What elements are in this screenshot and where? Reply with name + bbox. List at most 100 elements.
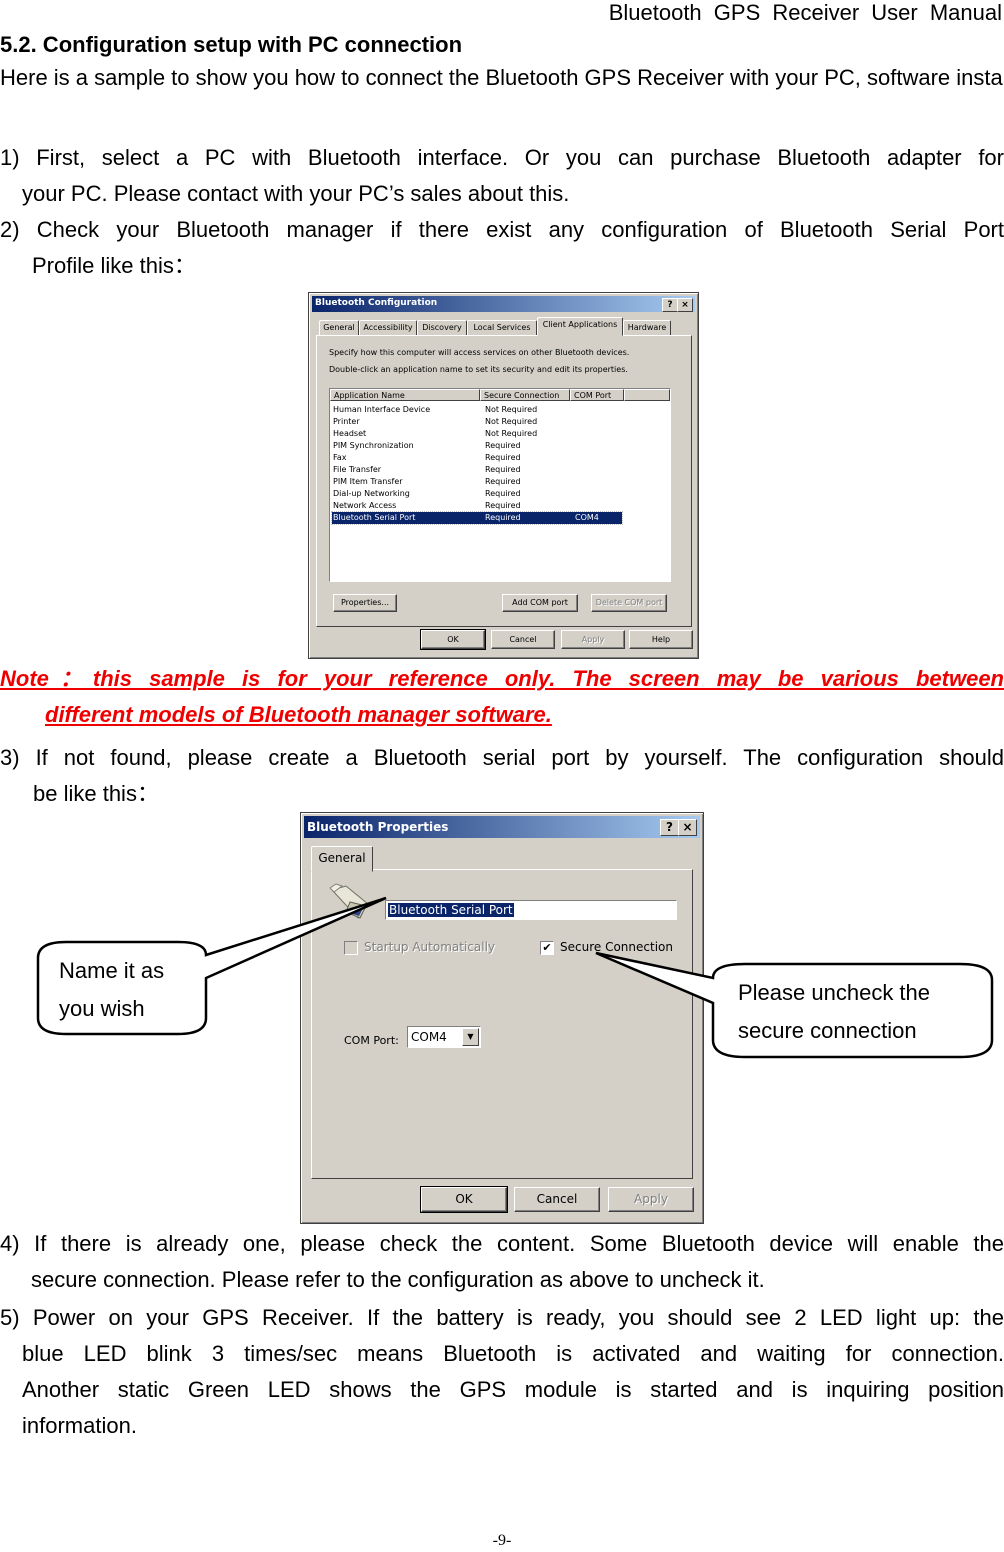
help-icon[interactable]: ? — [662, 298, 678, 312]
step-5-line-2: blue LED blink 3 times/sec means Bluetoo… — [22, 1341, 1004, 1366]
name-field[interactable]: Bluetooth Serial Port — [385, 900, 677, 920]
dialog-title: Bluetooth Configuration — [315, 298, 438, 308]
ok-button[interactable]: OK — [420, 1186, 508, 1213]
step-4-line-1: 4) If there is already one, please check… — [0, 1231, 1004, 1256]
app-name-cell: Dial-up Networking — [333, 489, 410, 498]
tab-general[interactable]: General — [311, 846, 373, 872]
serial-port-icon — [329, 883, 369, 919]
secure-connection-cell: Not Required — [485, 405, 538, 414]
step-3-line-1: 3) If not found, please create a Bluetoo… — [0, 745, 1004, 770]
close-icon[interactable]: × — [678, 819, 697, 836]
step-4-line-2: secure connection. Please refer to the c… — [31, 1267, 765, 1292]
app-name-cell: File Transfer — [333, 465, 382, 474]
table-row[interactable]: Network Access Required — [332, 500, 622, 512]
table-row[interactable]: Human Interface Device Not Required — [332, 404, 622, 416]
secure-connection-checkbox[interactable]: ✔ — [540, 941, 554, 955]
cancel-button[interactable]: Cancel — [514, 1187, 600, 1212]
column-filler — [624, 389, 670, 401]
description-1: Specify how this computer will access se… — [329, 348, 630, 357]
intro-paragraph: Here is a sample to show you how to conn… — [0, 60, 1004, 96]
step-2-line-2: Profile like this： — [32, 253, 196, 278]
step-5-line-1: 5) Power on your GPS Receiver. If the ba… — [0, 1305, 1004, 1330]
app-name-cell: Printer — [333, 417, 360, 426]
tab-discovery[interactable]: Discovery — [417, 320, 467, 336]
table-row[interactable]: Dial-up Networking Required — [332, 488, 622, 500]
secure-connection-cell: Not Required — [485, 417, 538, 426]
table-row[interactable]: Bluetooth Serial Port Required COM4 — [331, 511, 623, 525]
delete-com-port-button[interactable]: Delete COM port — [591, 594, 667, 612]
step-1-line-2: your PC. Please contact with your PC’s s… — [22, 181, 570, 206]
secure-connection-cell: Required — [485, 465, 521, 474]
column-secure-connection[interactable]: Secure Connection — [480, 389, 570, 401]
com-port-dropdown[interactable]: COM4 ▼ — [407, 1026, 481, 1048]
table-row[interactable]: Fax Required — [332, 452, 622, 464]
app-name-cell: Network Access — [333, 501, 397, 510]
callout-name-line-2: you wish — [59, 996, 145, 1021]
tab-accessibility[interactable]: Accessibility — [359, 320, 417, 336]
startup-automatically-checkbox[interactable] — [344, 941, 358, 955]
tab-panel: Specify how this computer will access se… — [316, 335, 692, 627]
step-2: 2) Check your Bluetooth manager if there… — [0, 212, 1004, 284]
app-name-cell: Human Interface Device — [333, 405, 431, 414]
add-com-port-button[interactable]: Add COM port — [502, 594, 578, 612]
app-name-cell: PIM Item Transfer — [333, 477, 403, 486]
step-4: 4) If there is already one, please check… — [0, 1226, 1004, 1298]
secure-connection-cell: Required — [485, 501, 521, 510]
tab-hardware[interactable]: Hardware — [623, 320, 671, 336]
table-row[interactable]: PIM Synchronization Required — [332, 440, 622, 452]
note-line-2: different models of Bluetooth manager so… — [45, 702, 552, 727]
tab-local-services[interactable]: Local Services — [467, 320, 537, 336]
cancel-button[interactable]: Cancel — [491, 630, 555, 649]
note: Note：this sample is for your reference o… — [0, 661, 1004, 733]
properties-button[interactable]: Properties... — [333, 594, 397, 612]
step-5-line-3: Another static Green LED shows the GPS m… — [22, 1377, 1004, 1402]
applications-list[interactable]: Application Name Secure Connection COM P… — [329, 388, 671, 582]
secure-connection-cell: Required — [485, 441, 521, 450]
page-number: -9- — [492, 1532, 512, 1549]
tab-client-applications[interactable]: Client Applications — [537, 317, 623, 336]
column-application-name[interactable]: Application Name — [330, 389, 480, 401]
apply-button[interactable]: Apply — [561, 630, 625, 649]
callout-name-line-1: Name it as — [59, 958, 165, 983]
column-com-port[interactable]: COM Port — [570, 389, 624, 401]
apply-button[interactable]: Apply — [608, 1187, 694, 1212]
step-2-line-1: 2) Check your Bluetooth manager if there… — [0, 217, 1004, 242]
secure-connection-cell: Required — [485, 489, 521, 498]
note-line-1: Note：this sample is for your reference o… — [0, 666, 1004, 691]
callout-secure-line-2: secure connection — [738, 1018, 917, 1043]
table-row[interactable]: Printer Not Required — [332, 416, 622, 428]
running-header: Bluetooth GPS Receiver User Manual — [608, 0, 1002, 25]
app-name-cell: Headset — [333, 429, 367, 438]
name-field-value: Bluetooth Serial Port — [388, 903, 514, 917]
help-icon[interactable]: ? — [660, 819, 679, 836]
close-icon[interactable]: × — [677, 298, 693, 312]
secure-connection-cell: Required — [485, 453, 521, 462]
bluetooth-configuration-dialog: Bluetooth Configuration ? × General Acce… — [308, 292, 699, 659]
dialog-title: Bluetooth Properties — [307, 820, 449, 834]
secure-connection-cell: Required — [485, 513, 521, 522]
app-name-cell: Bluetooth Serial Port — [333, 513, 416, 522]
table-row[interactable]: File Transfer Required — [332, 464, 622, 476]
table-row[interactable]: Headset Not Required — [332, 428, 622, 440]
description-2: Double-click an application name to set … — [329, 365, 628, 374]
secure-connection-label: Secure Connection — [560, 940, 673, 954]
com-port-cell: COM4 — [575, 513, 599, 522]
ok-button[interactable]: OK — [420, 629, 486, 650]
secure-connection-cell: Not Required — [485, 429, 538, 438]
tab-general[interactable]: General — [319, 320, 359, 336]
step-5-line-4: information. — [22, 1413, 137, 1438]
step-1-line-1: 1) First, select a PC with Bluetooth int… — [0, 145, 1004, 170]
callout-secure: Please uncheck the secure connection — [738, 974, 930, 1050]
help-button[interactable]: Help — [629, 630, 693, 649]
com-port-value: COM4 — [411, 1030, 447, 1044]
bluetooth-properties-dialog: Bluetooth Properties ? × General Bluetoo… — [300, 812, 704, 1224]
table-row[interactable]: PIM Item Transfer Required — [332, 476, 622, 488]
section-title: 5.2. Configuration setup with PC connect… — [0, 32, 463, 57]
title-bar: Bluetooth Properties ? × — [304, 816, 700, 838]
step-3: 3) If not found, please create a Bluetoo… — [0, 740, 1004, 812]
step-3-line-2: be like this： — [33, 781, 159, 806]
app-name-cell: PIM Synchronization — [333, 441, 414, 450]
chevron-down-icon[interactable]: ▼ — [462, 1028, 479, 1046]
intro-text: Here is a sample to show you how to conn… — [0, 65, 1004, 90]
secure-connection-cell: Required — [485, 477, 521, 486]
